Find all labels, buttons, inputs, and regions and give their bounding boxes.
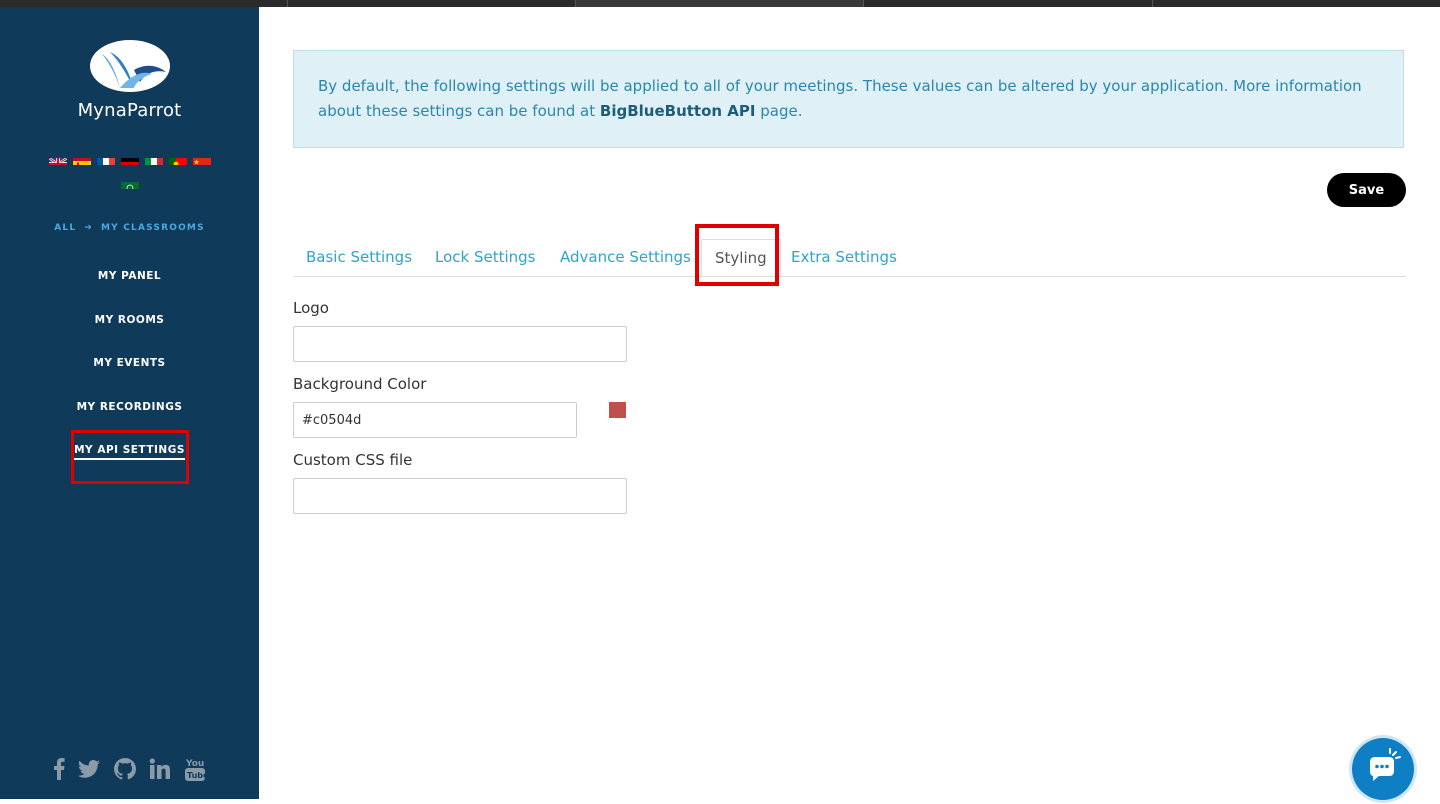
github-icon[interactable] [113,758,136,784]
highlight-box-sidebar [71,430,189,484]
browser-tab-active[interactable] [576,0,864,7]
custom-css-input[interactable] [293,478,627,514]
flag-germany-icon[interactable] [121,153,139,165]
svg-text:You: You [185,759,204,769]
highlight-box-tab [695,224,779,286]
breadcrumb-all[interactable]: ALL [54,223,76,233]
sidebar-item-label: MY RECORDINGS [76,400,183,413]
arrow-right-icon: ➔ [84,223,94,233]
youtube-icon[interactable]: You Tube [184,756,209,786]
settings-tabs: Basic Settings Lock Settings Advance Set… [293,239,1406,277]
sidebar-item-label: MY PANEL [97,270,162,282]
browser-tab[interactable] [288,0,576,7]
bigbluebutton-api-link[interactable]: BigBlueButton API [600,102,756,120]
tab-basic-settings[interactable]: Basic Settings [293,239,425,276]
custom-css-label: Custom CSS file [293,451,413,469]
logo-input[interactable] [293,326,627,362]
linkedin-icon[interactable] [149,758,171,784]
browser-tab-strip [0,0,1440,7]
save-button[interactable]: Save [1327,173,1406,207]
social-links: You Tube [0,756,259,786]
facebook-icon[interactable] [53,758,65,784]
breadcrumb: ALL ➔ MY CLASSROOMS [0,223,259,233]
chat-bubble-icon [1370,748,1401,781]
sidebar-item-label: MY EVENTS [93,357,166,369]
sidebar-item-label: MY ROOMS [94,313,165,326]
flag-italy-icon[interactable] [145,153,163,165]
color-swatch[interactable] [609,402,626,418]
svg-text:Tube: Tube [187,771,206,780]
brand-name: MynaParrot [77,100,182,121]
sidebar-item-my-panel[interactable]: MY PANEL [0,270,259,314]
sidebar: MynaParrot ALL ➔ MY CLASSROOMS MY PANEL MY… [0,7,259,799]
info-text-end: page. [755,102,803,120]
sidebar-item-my-rooms[interactable]: MY ROOMS [0,314,259,358]
browser-tab[interactable] [0,0,288,7]
info-text: By default, the following settings will … [318,77,1362,120]
twitter-icon[interactable] [78,760,101,782]
flag-china-icon[interactable] [193,153,211,165]
flag-portugal-icon[interactable] [169,153,187,165]
tab-extra-settings[interactable]: Extra Settings [778,239,910,276]
flag-spain-icon[interactable] [73,153,91,165]
background-color-input[interactable] [293,402,577,438]
tab-advance-settings[interactable]: Advance Settings [547,239,704,276]
logo-label: Logo [293,299,329,317]
brand-logo[interactable]: MynaParrot [0,40,259,121]
tab-lock-settings[interactable]: Lock Settings [422,239,549,276]
flag-uk-icon[interactable] [49,153,67,165]
flag-saudi-arabia-icon[interactable] [121,177,139,189]
parrot-logo-icon [89,40,170,92]
sidebar-item-my-events[interactable]: MY EVENTS [0,357,259,401]
breadcrumb-current[interactable]: MY CLASSROOMS [101,223,205,233]
info-alert: By default, the following settings will … [293,50,1404,148]
background-color-label: Background Color [293,375,427,393]
browser-tab[interactable] [864,0,1153,7]
main-content: By default, the following settings will … [259,7,1440,800]
language-selector [30,146,230,194]
chat-widget-button[interactable] [1352,738,1414,800]
flag-france-icon[interactable] [97,153,115,165]
